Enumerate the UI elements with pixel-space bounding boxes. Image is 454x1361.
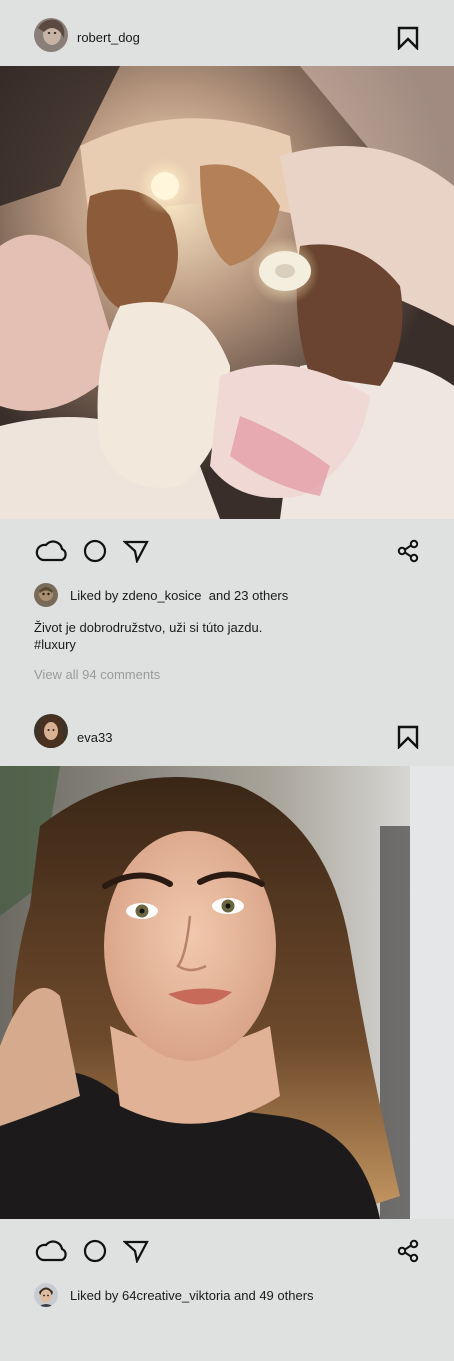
comment-icon[interactable] bbox=[83, 1239, 107, 1268]
post-actions bbox=[0, 1219, 454, 1283]
post-actions bbox=[0, 519, 454, 583]
likes-text[interactable]: Liked by 64creative_viktoria and 49 othe… bbox=[70, 1288, 314, 1303]
feed: robert_dog Liked by zdeno_kosice and 23 … bbox=[0, 0, 454, 1361]
post-photo[interactable] bbox=[0, 66, 454, 519]
post-2: eva33 Liked by 64creative_viktoria and 4… bbox=[0, 696, 454, 1311]
username[interactable]: robert_dog bbox=[77, 30, 140, 45]
cloud-icon[interactable] bbox=[34, 1239, 70, 1268]
share-icon[interactable] bbox=[396, 1239, 420, 1268]
post-1: robert_dog Liked by zdeno_kosice and 23 … bbox=[0, 0, 454, 682]
send-icon[interactable] bbox=[122, 539, 149, 568]
post-header: eva33 bbox=[0, 696, 454, 766]
view-comments-link[interactable]: View all 94 comments bbox=[0, 653, 454, 682]
post-photo[interactable] bbox=[0, 766, 454, 1219]
share-icon[interactable] bbox=[396, 539, 420, 568]
send-icon[interactable] bbox=[122, 1239, 149, 1268]
user-avatar[interactable] bbox=[34, 18, 68, 52]
post-caption: Život je dobrodružstvo, uži si túto jazd… bbox=[0, 611, 454, 653]
liker-avatar[interactable] bbox=[34, 1283, 58, 1307]
user-avatar[interactable] bbox=[34, 714, 68, 748]
likes-row: Liked by zdeno_kosice and 23 others bbox=[0, 583, 454, 611]
post-header: robert_dog bbox=[0, 0, 454, 66]
likes-row: Liked by 64creative_viktoria and 49 othe… bbox=[0, 1283, 454, 1311]
bookmark-icon[interactable] bbox=[397, 725, 419, 750]
comment-icon[interactable] bbox=[83, 539, 107, 568]
bookmark-icon[interactable] bbox=[397, 26, 419, 51]
cloud-icon[interactable] bbox=[34, 539, 70, 568]
username[interactable]: eva33 bbox=[77, 730, 112, 745]
liker-avatar[interactable] bbox=[34, 583, 58, 607]
likes-text[interactable]: Liked by zdeno_kosice and 23 others bbox=[70, 588, 288, 603]
caption-text: Život je dobrodružstvo, uži si túto jazd… bbox=[34, 620, 263, 635]
hashtag[interactable]: #luxury bbox=[34, 636, 420, 653]
